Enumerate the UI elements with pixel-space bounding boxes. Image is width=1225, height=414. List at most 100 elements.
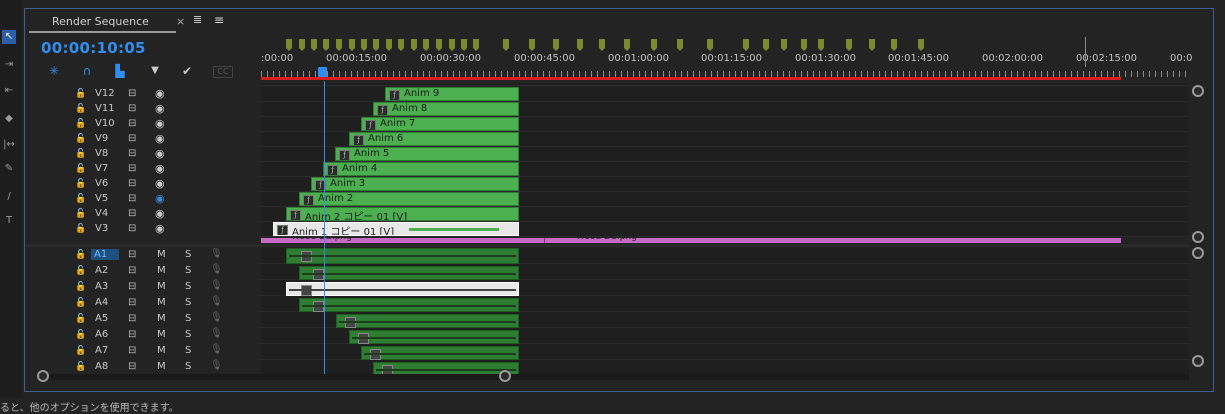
mute-button[interactable]: M <box>157 361 166 372</box>
sync-lock-icon[interactable]: ⊟ <box>128 88 136 99</box>
audio-scroll-knob-bottom[interactable] <box>1192 355 1204 367</box>
sequence-marker[interactable] <box>503 39 509 51</box>
sequence-marker[interactable] <box>311 39 317 51</box>
horizontal-scrollbar[interactable] <box>41 374 1189 380</box>
razor-icon[interactable]: ◆ <box>2 112 16 126</box>
sequence-marker[interactable] <box>677 39 683 51</box>
lock-icon[interactable]: 🔓 <box>75 346 86 356</box>
microphone-icon[interactable]: 🎙 <box>210 312 223 323</box>
solo-button[interactable]: S <box>185 249 191 260</box>
track-name[interactable]: A3 <box>95 281 117 292</box>
sync-lock-icon[interactable]: ⊟ <box>128 133 136 144</box>
lock-icon[interactable]: 🔓 <box>75 134 86 144</box>
sync-lock-icon[interactable]: ⊟ <box>128 329 136 340</box>
video-clip[interactable]: ƒ Anim 2 <box>299 192 519 206</box>
solo-button[interactable]: S <box>185 361 191 372</box>
track-name[interactable]: V4 <box>95 208 117 219</box>
solo-button[interactable]: S <box>185 265 191 276</box>
sequence-marker[interactable] <box>846 39 852 51</box>
lock-icon[interactable]: 🔓 <box>75 179 86 189</box>
sync-lock-icon[interactable]: ⊟ <box>128 313 136 324</box>
playhead-timecode[interactable]: 00:00:10:05 <box>41 39 146 57</box>
sync-lock-icon[interactable]: ⊟ <box>128 163 136 174</box>
eye-icon[interactable]: ◉ <box>155 207 165 220</box>
eye-icon[interactable]: ◉ <box>155 132 165 145</box>
track-name[interactable]: A8 <box>95 361 117 372</box>
eye-icon[interactable]: ◉ <box>155 147 165 160</box>
microphone-icon[interactable]: 🎙 <box>210 344 223 355</box>
track-name[interactable]: A1 <box>91 249 119 260</box>
lock-icon[interactable]: 🔓 <box>75 250 86 260</box>
video-clip[interactable]: ƒ Anim 1 コピー 01 [V] <box>273 222 519 236</box>
track-name[interactable]: V7 <box>95 163 117 174</box>
microphone-icon[interactable]: 🎙 <box>210 296 223 307</box>
playhead-line[interactable] <box>324 81 325 377</box>
solo-button[interactable]: S <box>185 297 191 308</box>
sequence-marker[interactable] <box>323 39 329 51</box>
video-scroll-knob-bottom[interactable] <box>1192 231 1204 243</box>
tab-close-icon[interactable]: × <box>176 15 185 28</box>
sequence-marker[interactable] <box>398 39 404 51</box>
audio-clip[interactable] <box>286 248 519 264</box>
video-audio-divider[interactable] <box>25 244 1189 247</box>
video-clip[interactable]: ƒ Anim 8 <box>373 102 519 116</box>
video-clip[interactable]: ƒ Anim 7 <box>361 117 519 131</box>
audio-clip[interactable] <box>349 330 519 344</box>
eye-hidden-icon[interactable]: ◉ <box>155 192 165 205</box>
mute-button[interactable]: M <box>157 297 166 308</box>
sequence-marker[interactable] <box>781 39 787 51</box>
track-name[interactable]: A2 <box>95 265 117 276</box>
eye-icon[interactable]: ◉ <box>155 162 165 175</box>
sequence-marker[interactable] <box>436 39 442 51</box>
mute-button[interactable]: M <box>157 281 166 292</box>
panel-menu-icon[interactable]: ≡ <box>214 13 224 27</box>
sequence-marker[interactable] <box>743 39 749 51</box>
microphone-icon[interactable]: 🎙 <box>210 360 223 371</box>
track-name[interactable]: V8 <box>95 148 117 159</box>
sequence-marker[interactable] <box>423 39 429 51</box>
lock-icon[interactable]: 🔓 <box>75 209 86 219</box>
sequence-tab[interactable]: Render Sequence <box>52 15 149 28</box>
eye-icon[interactable]: ◉ <box>155 117 165 130</box>
track-name[interactable]: A7 <box>95 345 117 356</box>
sync-lock-icon[interactable]: ⊟ <box>128 361 136 372</box>
sequence-marker[interactable] <box>818 39 824 51</box>
sequence-marker[interactable] <box>411 39 417 51</box>
sequence-marker[interactable] <box>529 39 535 51</box>
playhead-handle[interactable] <box>318 67 327 77</box>
sequence-marker[interactable] <box>299 39 305 51</box>
sync-lock-icon[interactable]: ⊟ <box>128 223 136 234</box>
wrench-icon[interactable]: ✔ <box>180 64 194 78</box>
sequence-marker[interactable] <box>624 39 630 51</box>
sequence-marker[interactable] <box>577 39 583 51</box>
track-select-icon[interactable]: ⇥ <box>2 58 16 72</box>
sequence-marker[interactable] <box>553 39 559 51</box>
nest-icon[interactable]: ≣ <box>193 13 202 26</box>
zoom-handle-left[interactable] <box>37 370 49 382</box>
eye-icon[interactable]: ◉ <box>155 222 165 235</box>
snap-icon[interactable]: ✳ <box>47 64 61 78</box>
time-ruler[interactable]: :00:00 00:00:15:00 00:00:30:00 00:00:45:… <box>261 37 1192 81</box>
ripple-edit-icon[interactable]: ⇤ <box>2 84 16 98</box>
sync-lock-icon[interactable]: ⊟ <box>128 103 136 114</box>
sync-lock-icon[interactable]: ⊟ <box>128 265 136 276</box>
marker-icon[interactable]: ▼ <box>148 64 162 78</box>
mute-button[interactable]: M <box>157 329 166 340</box>
audio-scroll-knob[interactable] <box>1192 247 1204 259</box>
sync-lock-icon[interactable]: ⊟ <box>128 208 136 219</box>
track-name[interactable]: V5 <box>95 193 117 204</box>
mute-button[interactable]: M <box>157 345 166 356</box>
sync-lock-icon[interactable]: ⊟ <box>128 178 136 189</box>
hand-icon[interactable]: / <box>2 190 16 204</box>
track-name[interactable]: V3 <box>95 223 117 234</box>
video-clip[interactable]: ƒ Anim 3 <box>311 177 519 191</box>
captions-icon[interactable]: CC <box>213 66 233 78</box>
pen-icon[interactable]: ✎ <box>2 162 16 176</box>
sequence-marker[interactable] <box>651 39 657 51</box>
video-clip[interactable]: ƒ Anim 2 コピー 01 [V] <box>286 207 519 221</box>
audio-clip[interactable] <box>361 346 519 360</box>
video-clip[interactable]: ƒ Anim 6 <box>349 132 519 146</box>
audio-clip[interactable] <box>336 314 519 328</box>
sequence-marker[interactable] <box>599 39 605 51</box>
solo-button[interactable]: S <box>185 281 191 292</box>
